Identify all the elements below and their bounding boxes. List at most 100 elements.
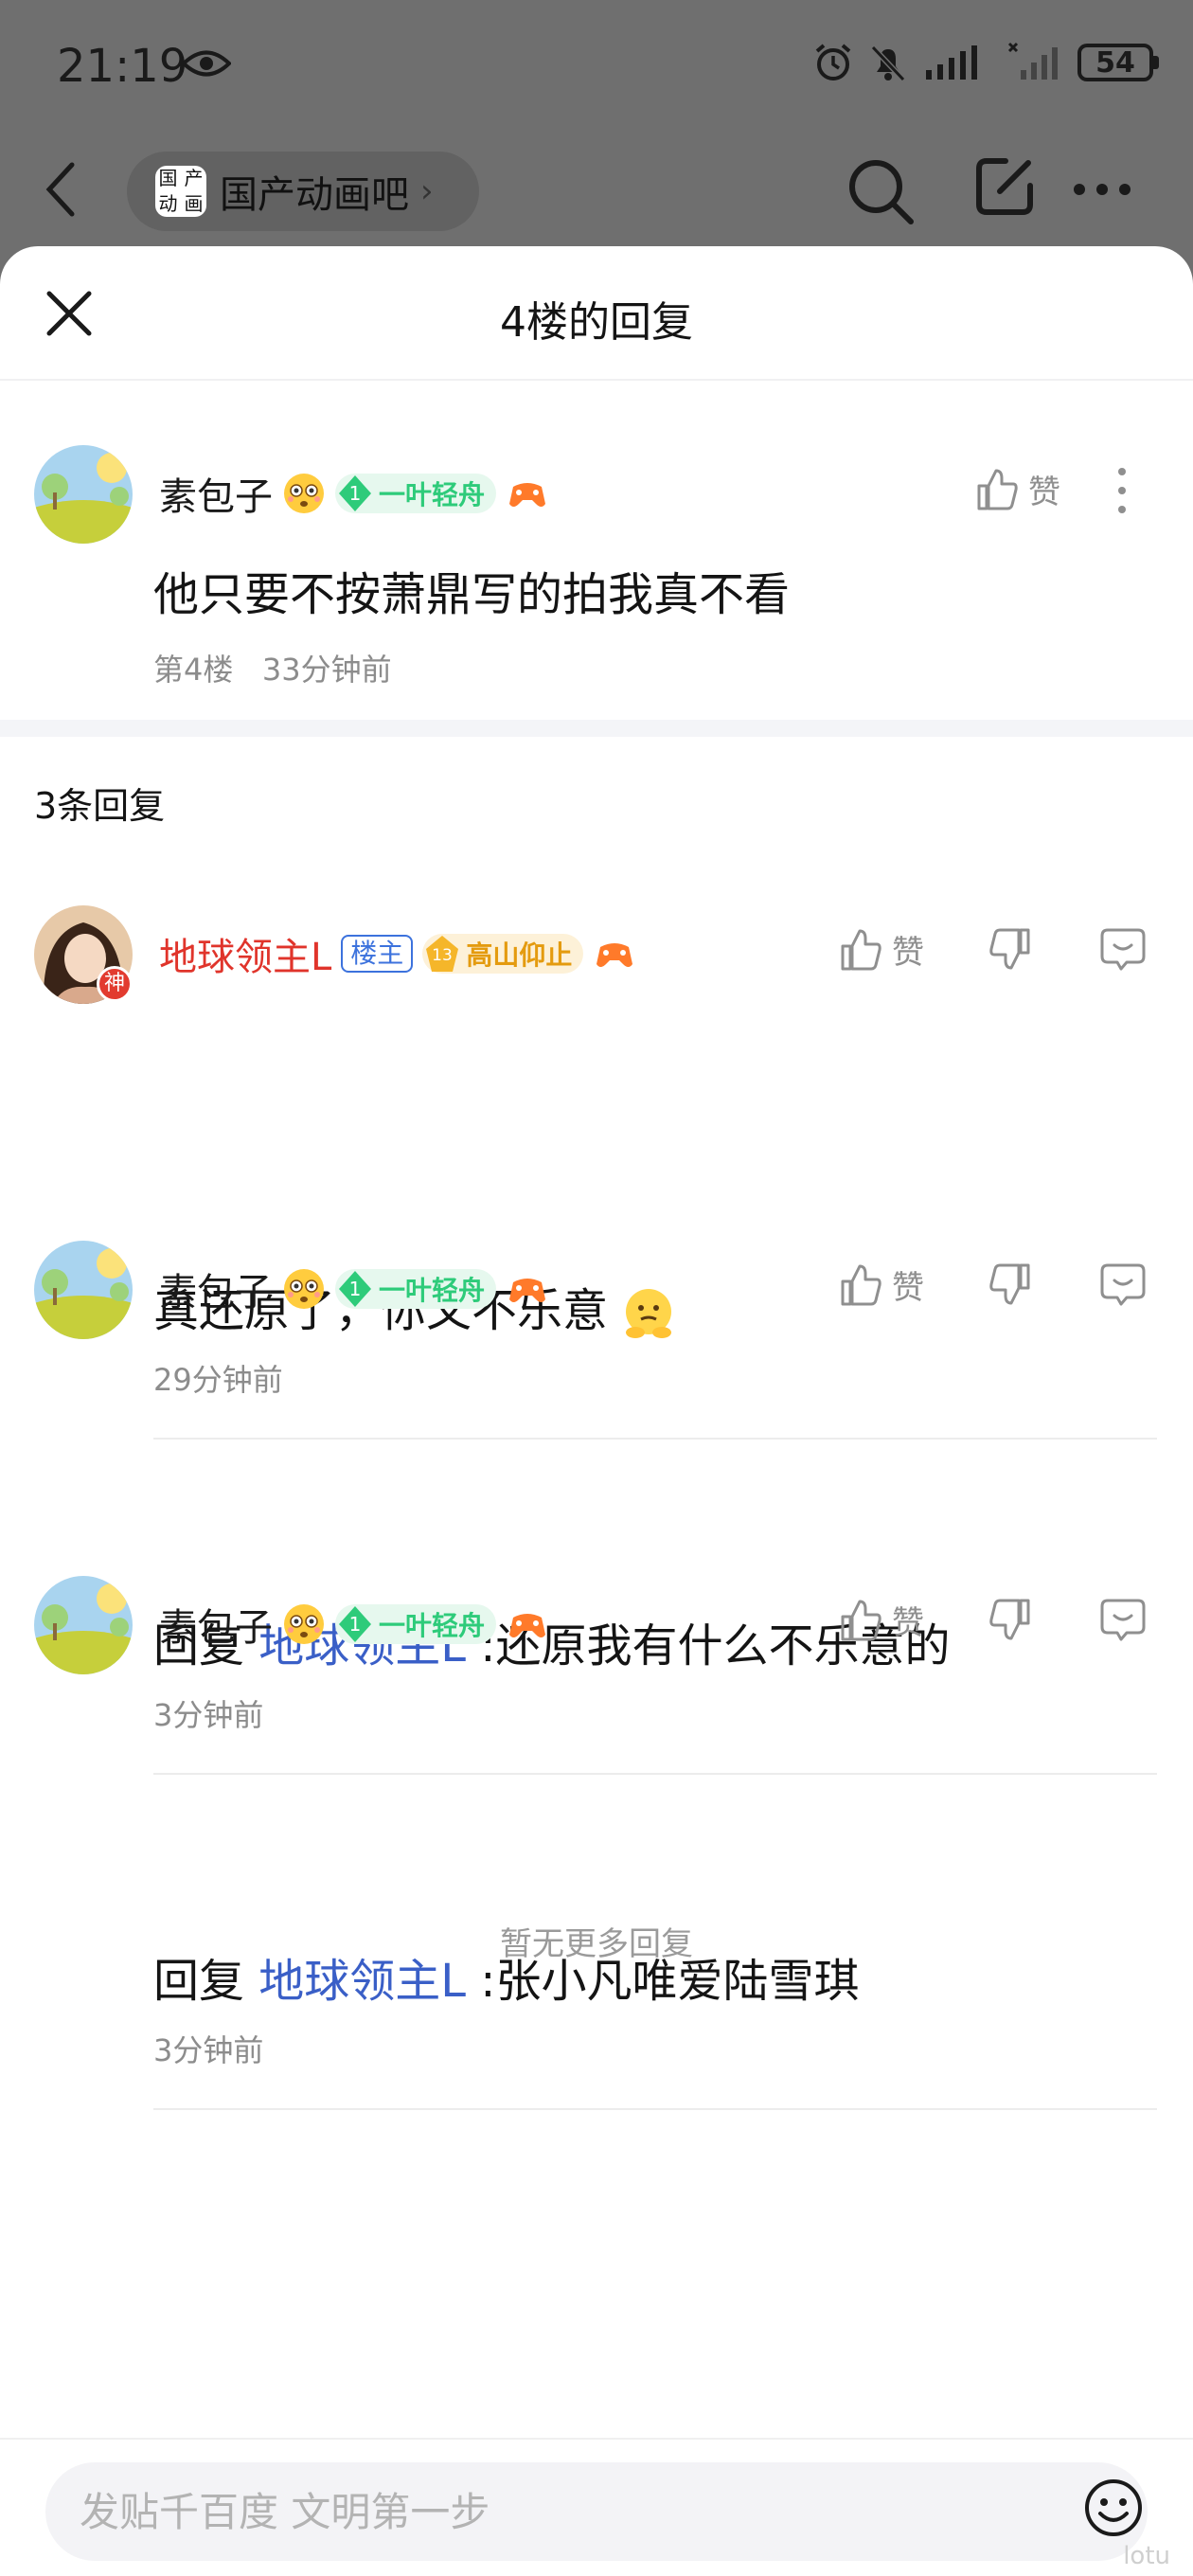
watermark: lotu — [1123, 2542, 1170, 2570]
level-badge: 1 一叶轻舟 — [335, 1269, 497, 1309]
divider — [153, 2108, 1157, 2110]
reply-input-box[interactable] — [45, 2462, 1148, 2561]
reply-time: 29分钟前 — [153, 1362, 283, 1398]
level-title: 一叶轻舟 — [379, 1610, 486, 1641]
sheet-title: 4楼的回复 — [500, 298, 693, 347]
username[interactable]: 素包子 — [159, 1261, 273, 1316]
level-badge: 1 一叶轻舟 — [335, 474, 497, 513]
dislike-button[interactable] — [987, 926, 1032, 975]
divider — [153, 1773, 1157, 1775]
bottom-input-bar: lotu — [0, 2438, 1193, 2576]
like-label: 赞 — [892, 1604, 924, 1642]
thumbs-up-icon — [841, 929, 881, 970]
gem-icon: 1 — [339, 475, 371, 511]
reply-input[interactable] — [80, 2462, 1026, 2561]
owner-tag: 楼主 — [341, 935, 414, 973]
gem-icon: 1 — [339, 1606, 371, 1642]
svg-text:1: 1 — [349, 1278, 362, 1300]
gem-icon: 13 — [426, 936, 459, 972]
back-icon[interactable] — [42, 159, 80, 220]
like-label: 赞 — [1028, 474, 1060, 511]
reply-count: 3条回复 — [34, 785, 166, 827]
section-separator — [0, 720, 1193, 737]
thumbs-down-icon — [989, 928, 1030, 970]
level-badge: 1 一叶轻舟 — [335, 1604, 497, 1644]
flushed-emoji-icon — [284, 1604, 324, 1644]
more-icon[interactable] — [1072, 182, 1132, 197]
chevron-right-icon: › — [420, 172, 434, 210]
svg-text:13: 13 — [432, 946, 453, 965]
like-button[interactable]: 赞 — [975, 466, 1060, 512]
game-controller-icon — [509, 1279, 546, 1302]
like-button[interactable]: 赞 — [839, 1261, 924, 1308]
username[interactable]: 地球领主L — [159, 926, 331, 981]
mute-icon — [870, 45, 906, 82]
no-more-replies: 暂无更多回复 — [500, 1925, 693, 1963]
signal-icon — [926, 45, 977, 80]
user-line: 素包子 1 一叶轻舟 — [159, 466, 549, 521]
reply-sheet: 4楼的回复 素包子 1 一叶轻舟 赞 他只要不按萧鼎写的拍我真不看 第4楼 33… — [0, 246, 1193, 2576]
level-title: 一叶轻舟 — [379, 1275, 486, 1306]
game-controller-icon — [509, 1614, 546, 1637]
thumbs-up-icon — [841, 1264, 881, 1305]
status-icons: 54 — [812, 42, 1159, 83]
avatar[interactable] — [34, 1241, 133, 1339]
gem-icon: 1 — [339, 1271, 371, 1307]
user-line: 地球领主L 楼主 13 高山仰止 — [159, 926, 636, 981]
level-title: 一叶轻舟 — [379, 479, 486, 510]
post-time: 33分钟前 — [261, 652, 392, 688]
username[interactable]: 素包子 — [159, 1597, 273, 1652]
post-content: 他只要不按萧鼎写的拍我真不看 — [153, 568, 791, 621]
divider — [153, 1438, 1157, 1440]
like-button[interactable]: 赞 — [839, 1597, 924, 1643]
reply-button[interactable] — [1098, 1260, 1148, 1313]
level-badge: 13 高山仰止 — [422, 934, 584, 974]
edit-icon[interactable] — [973, 155, 1036, 218]
thumbs-up-icon — [977, 469, 1018, 510]
game-controller-icon — [596, 943, 633, 967]
reply-time: 3分钟前 — [153, 1697, 264, 1733]
avatar[interactable] — [34, 445, 133, 544]
level-title: 高山仰止 — [466, 939, 573, 971]
forum-logo: 国 产 动 画 — [155, 166, 206, 217]
background-nav-bar: 国 产 动 画 国产动画吧 › — [0, 142, 1193, 246]
eye-icon — [182, 50, 231, 77]
reply-button[interactable] — [1098, 924, 1148, 977]
user-line: 素包子 1 一叶轻舟 — [159, 1261, 549, 1316]
post-meta: 第4楼 33分钟前 — [153, 646, 392, 689]
comment-icon — [1100, 928, 1146, 971]
god-badge: 神 — [97, 966, 133, 1002]
username[interactable]: 素包子 — [159, 466, 273, 521]
flushed-emoji-icon — [284, 1269, 324, 1309]
more-vertical-icon[interactable] — [1113, 466, 1131, 515]
comment-icon — [1100, 1263, 1146, 1306]
thinking-emoji-icon — [626, 1289, 672, 1338]
signal-2-icon — [1007, 42, 1058, 80]
dislike-button[interactable] — [987, 1261, 1032, 1311]
svg-text:1: 1 — [349, 482, 362, 505]
forum-name: 国产动画吧 — [220, 173, 409, 217]
battery-level: 54 — [1077, 44, 1153, 81]
user-line: 素包子 1 一叶轻舟 — [159, 1597, 549, 1652]
like-button[interactable]: 赞 — [839, 926, 924, 973]
game-controller-icon — [509, 483, 546, 507]
alarm-icon — [815, 44, 851, 80]
reply-time: 3分钟前 — [153, 2032, 264, 2068]
floor-number: 第4楼 — [153, 652, 234, 688]
sheet-header: 4楼的回复 — [0, 246, 1193, 381]
thumbs-up-icon — [841, 1600, 881, 1640]
status-time: 21:19 — [57, 40, 188, 93]
svg-text:1: 1 — [349, 1613, 362, 1636]
like-label: 赞 — [892, 1269, 924, 1307]
thumbs-down-icon — [989, 1599, 1030, 1640]
flushed-emoji-icon — [284, 474, 324, 513]
forum-pill[interactable]: 国 产 动 画 国产动画吧 › — [127, 152, 479, 231]
reply-button[interactable] — [1098, 1595, 1148, 1648]
dislike-button[interactable] — [987, 1597, 1032, 1646]
avatar[interactable] — [34, 1576, 133, 1674]
comment-icon — [1100, 1599, 1146, 1641]
status-bar: 21:19 54 — [0, 0, 1193, 133]
emoji-icon[interactable] — [1083, 2478, 1144, 2538]
avatar[interactable]: 神 — [34, 905, 133, 1004]
search-icon[interactable] — [845, 155, 917, 227]
